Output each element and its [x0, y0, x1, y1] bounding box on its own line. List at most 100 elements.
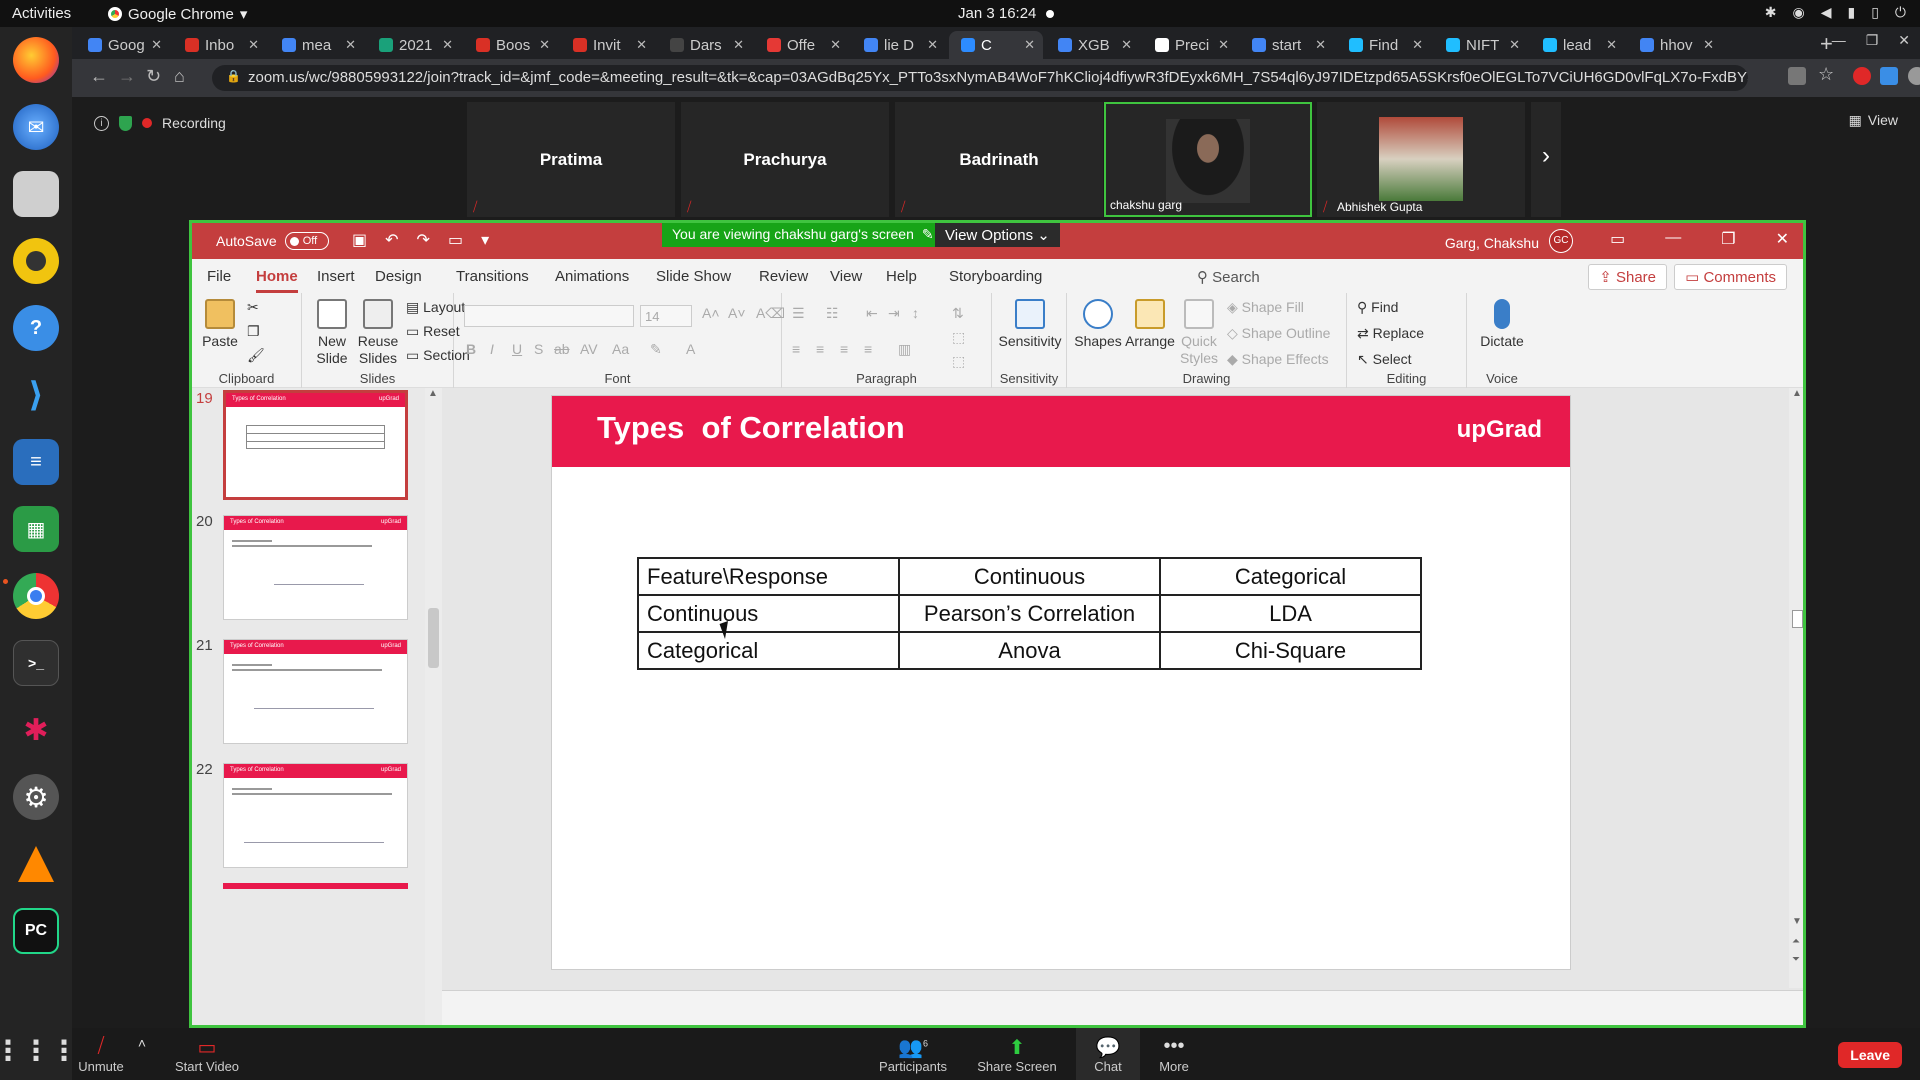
sensitivity-button[interactable]: Sensitivity: [998, 299, 1062, 350]
comments-button[interactable]: ▭ Comments: [1674, 264, 1787, 290]
chrome-icon[interactable]: [13, 573, 59, 619]
shapes-button[interactable]: Shapes: [1073, 299, 1123, 350]
participants-button[interactable]: 👥6 Participants: [872, 1028, 954, 1080]
extensions-puzzle-icon[interactable]: [1880, 67, 1898, 85]
leave-button[interactable]: Leave: [1838, 1042, 1902, 1068]
browser-tab[interactable]: mea ✕: [270, 31, 364, 59]
table-cell[interactable]: Feature\Response: [637, 557, 900, 596]
notes-pane[interactable]: [442, 990, 1803, 1025]
view-button[interactable]: ▦ View: [1849, 112, 1898, 129]
rhythmbox-icon[interactable]: [13, 238, 59, 284]
thunderbird-icon[interactable]: ✉: [13, 104, 59, 150]
share-screen-button[interactable]: ⬆ Share Screen: [972, 1028, 1062, 1080]
close-icon[interactable]: ✕: [1776, 229, 1789, 249]
font-color-icon[interactable]: A: [686, 341, 695, 357]
toggle-switch[interactable]: Off: [284, 232, 329, 250]
decrease-indent-icon[interactable]: ⇤: [866, 305, 878, 322]
writer-icon[interactable]: ≡: [13, 439, 59, 485]
columns-icon[interactable]: ▥: [898, 341, 911, 358]
slide-thumbnail-23[interactable]: [223, 883, 408, 889]
activities-button[interactable]: Activities: [12, 5, 71, 22]
bold-icon[interactable]: B: [466, 341, 476, 357]
slide-thumbnail-19[interactable]: Types of Correlation upGrad: [223, 390, 408, 500]
next-participants-chevron-icon[interactable]: ›: [1531, 102, 1561, 217]
cut-icon[interactable]: ✂: [247, 299, 259, 316]
dictate-button[interactable]: Dictate: [1475, 299, 1529, 350]
table-cell[interactable]: Categorical: [637, 631, 900, 670]
tab-animations[interactable]: Animations: [555, 268, 629, 285]
back-icon[interactable]: ←: [90, 66, 108, 87]
app-grid-icon[interactable]: ⋮⋮⋮: [0, 1027, 78, 1073]
browser-tab[interactable]: C ✕: [949, 31, 1043, 59]
tab-slide-show[interactable]: Slide Show: [656, 268, 731, 285]
close-tab-icon[interactable]: ✕: [927, 37, 938, 53]
select-button[interactable]: ↖ Select: [1357, 351, 1412, 368]
browser-tab[interactable]: Boos ✕: [464, 31, 558, 59]
new-slide-button[interactable]: New Slide: [310, 299, 354, 367]
video-tile-pratima[interactable]: Pratima ⧸: [467, 102, 675, 217]
redo-icon[interactable]: ↷: [417, 230, 430, 250]
browser-tab[interactable]: Dars ✕: [658, 31, 752, 59]
customize-qat-icon[interactable]: ▾: [481, 230, 489, 250]
settings-icon[interactable]: ⚙: [13, 774, 59, 820]
table-cell[interactable]: Anova: [898, 631, 1161, 670]
slide-title[interactable]: Types of Correlation: [597, 410, 905, 446]
strikethrough-icon[interactable]: ab: [554, 341, 570, 357]
smartart-icon[interactable]: ⬚: [952, 353, 965, 370]
tab-insert[interactable]: Insert: [317, 268, 355, 285]
tab-storyboarding[interactable]: Storyboarding: [949, 268, 1042, 285]
previous-slide-icon[interactable]: ⏶: [1792, 936, 1800, 947]
undo-icon[interactable]: ↶: [385, 230, 398, 250]
tab-design[interactable]: Design: [375, 268, 422, 285]
browser-tab[interactable]: XGB ✕: [1046, 31, 1140, 59]
table-cell[interactable]: Continuous: [898, 557, 1161, 596]
shape-outline-button[interactable]: ◇ Shape Outline: [1227, 325, 1330, 342]
table-cell[interactable]: Continuous: [637, 594, 900, 633]
info-icon[interactable]: i: [94, 115, 109, 131]
increase-indent-icon[interactable]: ⇥: [888, 305, 900, 322]
browser-tab[interactable]: Goog ✕: [76, 31, 170, 59]
browser-tab[interactable]: Inbo ✕: [173, 31, 267, 59]
paste-button[interactable]: Paste: [200, 299, 240, 350]
reload-icon[interactable]: ↻: [146, 66, 161, 87]
audio-options-button[interactable]: ˄: [130, 1028, 154, 1080]
shape-fill-button[interactable]: ◈ Shape Fill: [1227, 299, 1304, 316]
video-tile-chakshu-garg[interactable]: chakshu garg: [1104, 102, 1312, 217]
table-cell[interactable]: LDA: [1159, 594, 1422, 633]
format-painter-icon[interactable]: 🖌: [247, 347, 265, 364]
close-tab-icon[interactable]: ✕: [1412, 37, 1423, 53]
line-spacing-icon[interactable]: ↕: [912, 305, 919, 321]
address-bar[interactable]: 🔒 zoom.us/wc/98805993122/join?track_id=&…: [212, 65, 1748, 91]
reset-button[interactable]: ▭ Reset: [406, 323, 460, 340]
ribbon-search[interactable]: ⚲ Search: [1197, 268, 1260, 286]
character-spacing-icon[interactable]: AV: [580, 341, 598, 357]
close-tab-icon[interactable]: ✕: [830, 37, 841, 53]
font-size-select[interactable]: 14: [640, 305, 692, 327]
close-tab-icon[interactable]: ✕: [248, 37, 259, 53]
video-tile-badrinath[interactable]: Badrinath ⧸: [895, 102, 1103, 217]
scroll-up-icon[interactable]: ▲: [428, 388, 438, 399]
close-tab-icon[interactable]: ✕: [539, 37, 550, 53]
firefox-icon[interactable]: [13, 37, 59, 83]
align-left-icon[interactable]: ≡: [792, 341, 800, 357]
tab-home[interactable]: Home: [256, 268, 298, 293]
account[interactable]: Garg, Chakshu GC: [1445, 229, 1573, 253]
autosave-toggle[interactable]: AutoSave Off: [216, 232, 329, 250]
close-tab-icon[interactable]: ✕: [442, 37, 453, 53]
shadow-icon[interactable]: S: [534, 341, 543, 357]
browser-tab[interactable]: Find ✕: [1337, 31, 1431, 59]
video-tile-prachurya[interactable]: Prachurya ⧸: [681, 102, 889, 217]
restore-icon[interactable]: ❐: [1866, 32, 1879, 49]
bullets-icon[interactable]: ☰: [792, 305, 805, 322]
slide-thumbnail-20[interactable]: Types of Correlation upGrad: [223, 515, 408, 620]
terminal-icon[interactable]: >_: [13, 640, 59, 686]
more-button[interactable]: ••• More: [1146, 1028, 1202, 1080]
chat-button[interactable]: 💬 Chat: [1076, 1028, 1140, 1080]
unmute-button[interactable]: ⧸ Unmute: [72, 1028, 130, 1080]
bookmark-star-icon[interactable]: ☆: [1818, 64, 1836, 84]
close-tab-icon[interactable]: ✕: [1024, 37, 1035, 53]
italic-icon[interactable]: I: [490, 341, 494, 357]
system-tray[interactable]: ✱ ◉ ◀ ▮ ▯ ⏻: [1765, 4, 1906, 21]
close-tab-icon[interactable]: ✕: [1315, 37, 1326, 53]
ribbon-display-icon[interactable]: ▭: [1610, 229, 1625, 249]
